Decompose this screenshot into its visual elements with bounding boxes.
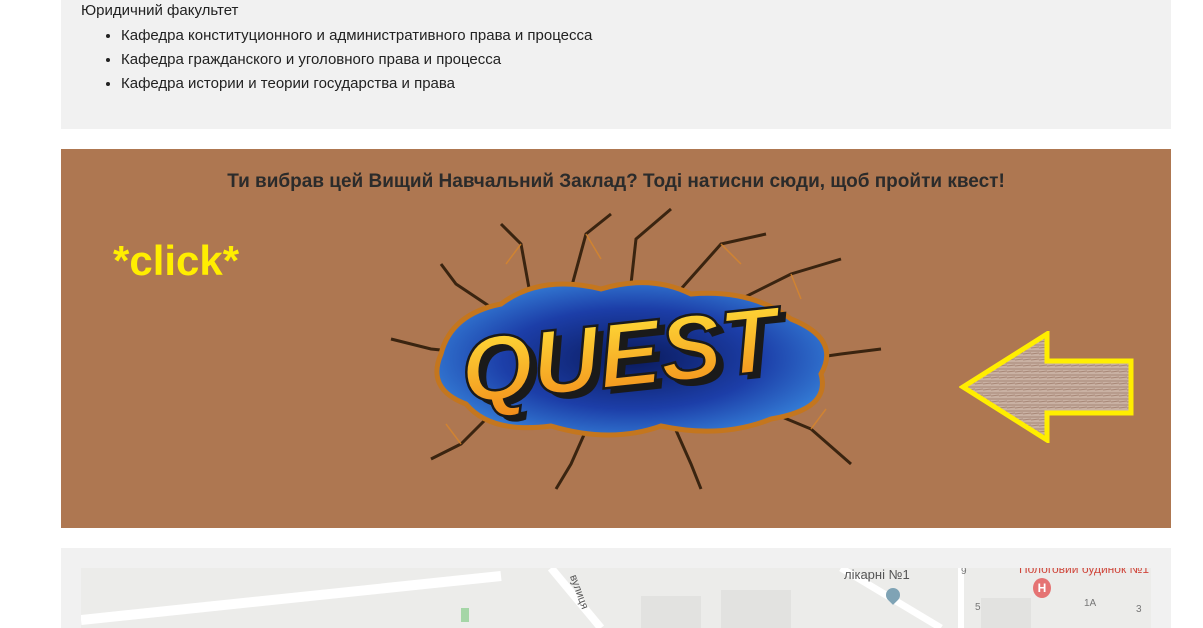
list-item: Кафедра конституционного и административ…	[121, 24, 592, 48]
map-roads	[81, 568, 1151, 628]
map-maternity-label: Пологовий будинок №1	[1019, 568, 1150, 576]
map-hospital-label: лікарні №1	[844, 568, 910, 582]
department-list: Кафедра конституционного и административ…	[101, 24, 592, 96]
quest-banner: Ти вибрав цей Вищий Навчальний Заклад? Т…	[61, 149, 1171, 528]
quest-logo-link[interactable]: QUEST QUEST	[371, 204, 891, 494]
map-hospital-icon[interactable]: H	[1033, 578, 1051, 598]
click-label: *click*	[113, 237, 240, 284]
faculty-title: Юридичний факультет	[81, 2, 239, 19]
list-item: Кафедра истории и теории государства и п…	[121, 72, 592, 96]
embedded-map[interactable]: вулиця лікарні №1 Пологовий будинок №1 H…	[81, 568, 1151, 628]
arrow-left-icon	[959, 331, 1134, 443]
faculty-section: Юридичний факультет Кафедра конституцион…	[61, 0, 1171, 129]
quest-heading: Ти вибрав цей Вищий Навчальний Заклад? Т…	[227, 171, 1005, 192]
map-building-number: 1А	[1084, 598, 1097, 609]
map-building-number: 5	[975, 602, 981, 613]
list-item: Кафедра гражданского и уголовного права …	[121, 48, 592, 72]
map-section: вулиця лікарні №1 Пологовий будинок №1 H…	[61, 548, 1171, 628]
map-building-number: 9	[961, 568, 967, 577]
map-building-number: 3	[1136, 604, 1142, 615]
